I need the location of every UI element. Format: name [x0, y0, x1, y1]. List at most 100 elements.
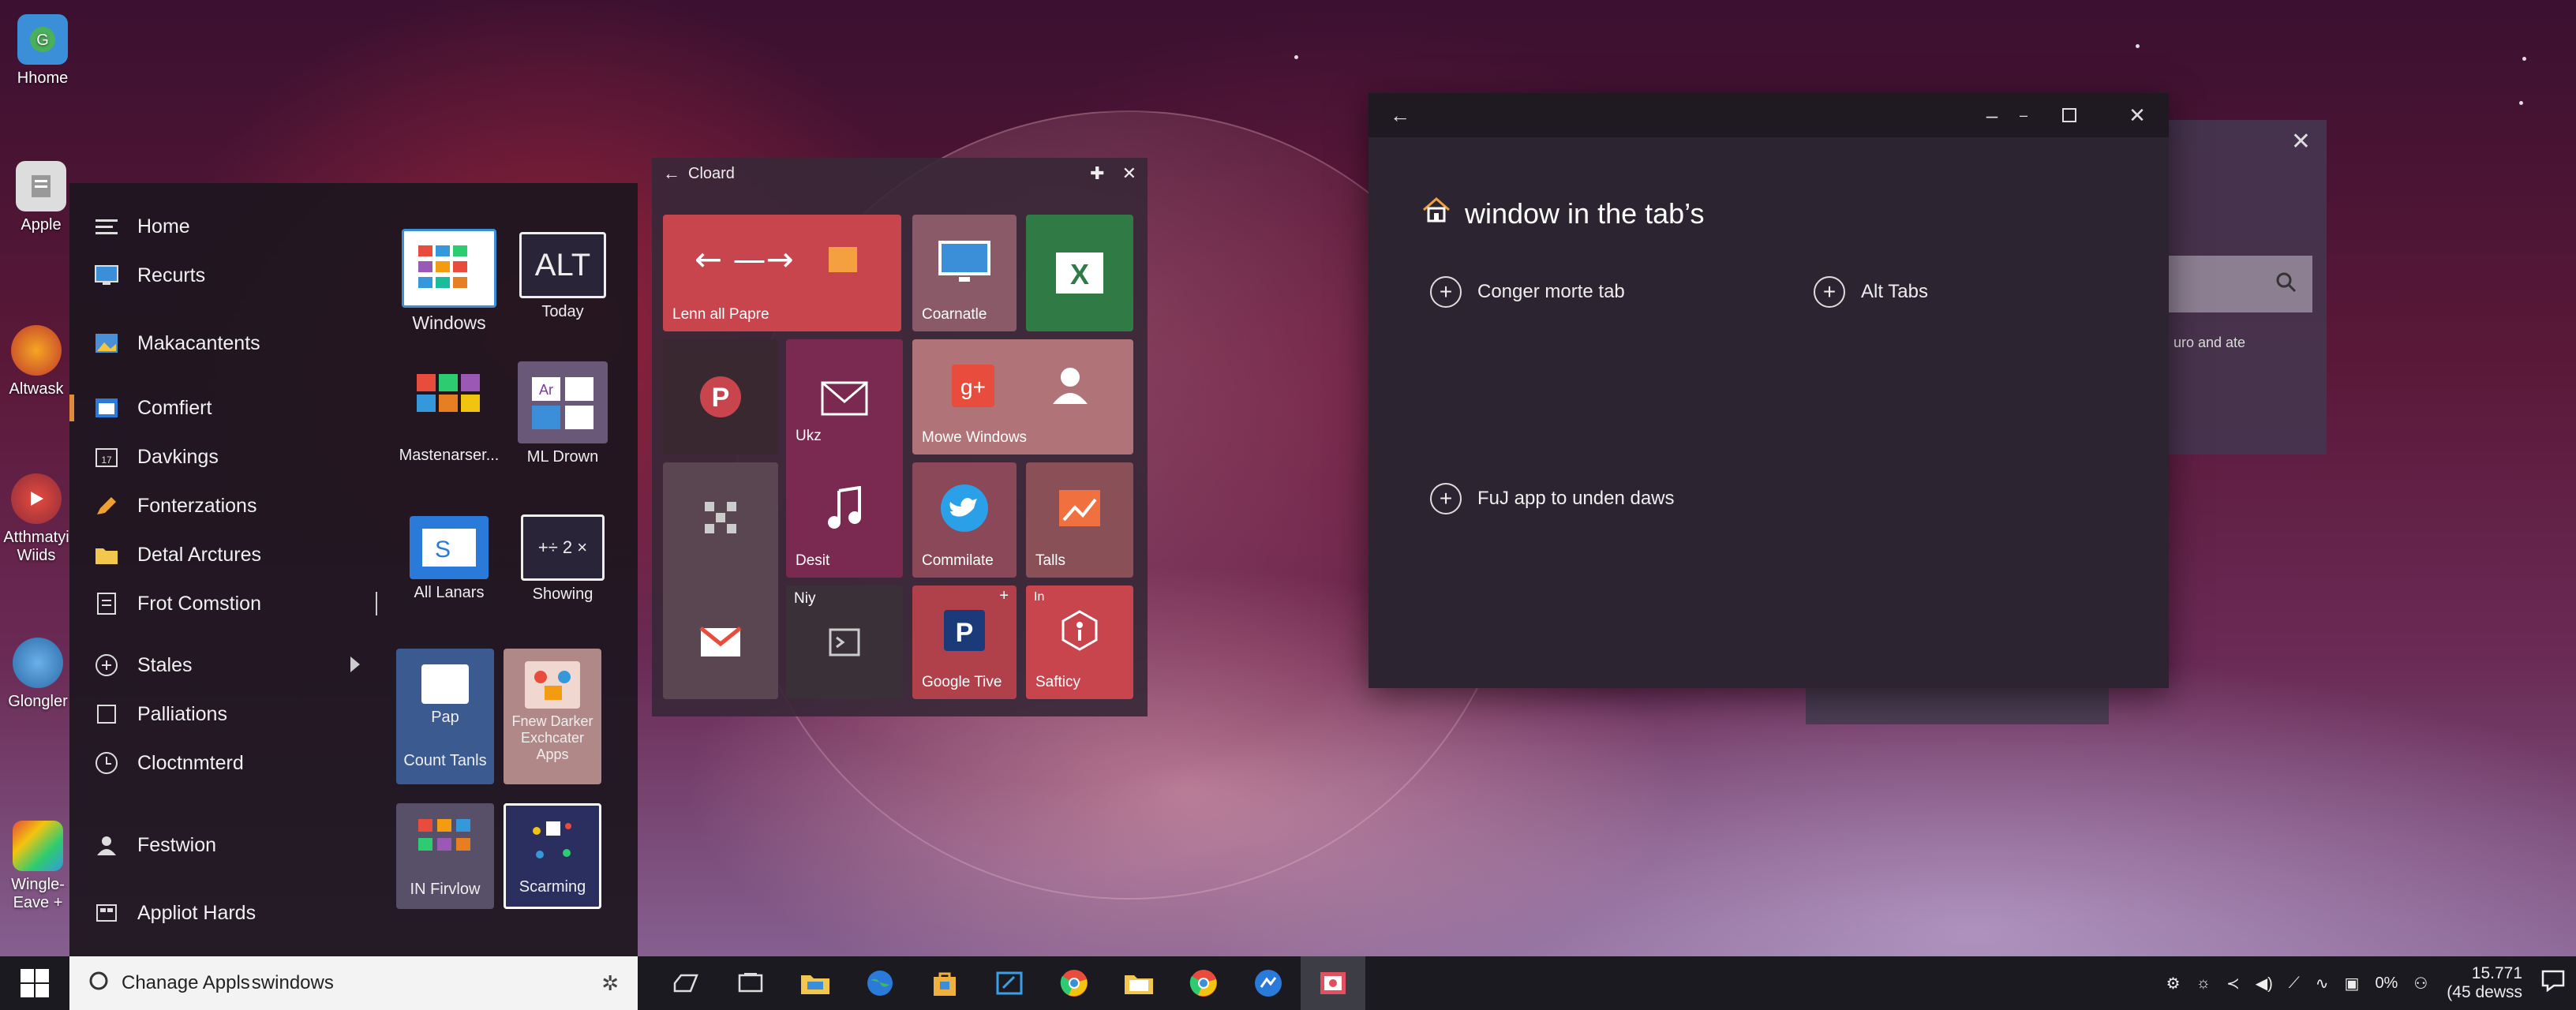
app-tile-today[interactable]: ALT Today: [511, 232, 614, 321]
menu-lines-icon: [93, 215, 120, 238]
desktops-icon[interactable]: [718, 956, 783, 1010]
tile-commilate[interactable]: Commilate: [912, 462, 1017, 578]
close-button[interactable]: ✕: [2114, 93, 2161, 137]
desktop-icon-label: Apple: [21, 216, 62, 234]
tile-desit[interactable]: Desit: [786, 462, 903, 578]
desktop-icon-wingle[interactable]: Wingle-Eave +: [0, 821, 77, 912]
alt-badge: ALT: [519, 232, 606, 298]
window-titlebar[interactable]: ← – – ✕: [1368, 93, 2169, 137]
nav-item-detal-arctures[interactable]: Detal Arctures: [69, 530, 385, 579]
app-tile-mastenarser[interactable]: Mastenarser...: [393, 363, 505, 465]
task-view-icon[interactable]: [653, 956, 718, 1010]
photos-app-icon[interactable]: [1301, 956, 1365, 1010]
store-bag-icon[interactable]: [912, 956, 977, 1010]
start-menu: Home Recurts Makacantents Comfiert 17 Da…: [69, 183, 638, 956]
edit-window-icon[interactable]: [977, 956, 1042, 1010]
app-tile-label: Fnew Darker Exchcater Apps: [511, 713, 593, 762]
globe-icon[interactable]: [848, 956, 912, 1010]
tile-pinterest[interactable]: P: [663, 339, 778, 454]
folder-gallery-icon[interactable]: [1106, 956, 1171, 1010]
desktop-monitor-icon: [912, 215, 1017, 308]
app-tile-label: Mastenarser...: [399, 447, 500, 464]
desktop-icon-label: Hhome: [17, 69, 69, 87]
tile-niy[interactable]: Niy: [786, 585, 903, 699]
option-full-app[interactable]: + FuJ app to unden daws: [1430, 483, 1675, 514]
back-arrow-icon[interactable]: ←: [663, 163, 680, 184]
app-tile-count-tanls[interactable]: Pap Count Tanls: [396, 649, 494, 784]
svg-text:S: S: [435, 537, 451, 563]
messenger-icon[interactable]: [1236, 956, 1301, 1010]
tiles-panel: ← Cloard ✚ ✕ ← —→ Lenn all Papre Coarnat…: [652, 158, 1148, 716]
activity-icon[interactable]: ∿: [2316, 974, 2329, 993]
tile-safticy[interactable]: In Safticy: [1026, 585, 1133, 699]
desktop-icon-label: Altwask: [9, 380, 64, 398]
nav-item-cloctnmterd[interactable]: Cloctnmterd: [69, 739, 385, 787]
option-conger-morte-tab[interactable]: + Conger morte tab: [1430, 276, 1625, 308]
tile-google-tive[interactable]: + P Google Tive: [912, 585, 1017, 699]
pin-icon[interactable]: ✚: [1090, 163, 1104, 184]
wallpaper-star: [1294, 55, 1298, 59]
option-alt-tabs[interactable]: + Alt Tabs: [1814, 276, 1928, 308]
nav-item-recurts[interactable]: Recurts: [69, 251, 385, 300]
app-tile-in-firvlow[interactable]: IN Firvlow: [396, 803, 494, 909]
expand-arrow-icon[interactable]: [350, 656, 360, 672]
nav-item-fonterzations[interactable]: Fonterzations: [69, 481, 385, 530]
desktop-icon-glongler[interactable]: Glongler: [0, 638, 77, 711]
file-explorer-icon[interactable]: [783, 956, 848, 1010]
app-tile-all-lanars[interactable]: S All Lanars: [398, 516, 500, 602]
nav-item-festwion[interactable]: Festwion: [69, 821, 385, 870]
sun-icon[interactable]: ☼: [2196, 974, 2211, 993]
app-tile-label: ML Drown: [526, 448, 599, 466]
nav-item-makacantents[interactable]: Makacantents: [69, 319, 385, 368]
photos-icon: [93, 331, 120, 355]
minimize-alt-button[interactable]: –: [2000, 93, 2047, 137]
app-tile-label: IN Firvlow: [410, 881, 481, 898]
search-circle-icon: [88, 971, 109, 997]
desktop-icon-home[interactable]: G Hhome: [3, 14, 82, 88]
tile-lenn-all-papre[interactable]: ← —→ Lenn all Papre: [663, 215, 901, 331]
home-app-icon: G: [17, 14, 68, 65]
nav-item-label: Cloctnmterd: [137, 751, 244, 774]
desktop-icon-atthmatyi[interactable]: Atthmatyi Wiids: [0, 473, 76, 565]
share-icon[interactable]: ≺: [2226, 974, 2240, 993]
camera-icon[interactable]: ▣: [2345, 974, 2360, 993]
close-icon[interactable]: ✕: [1122, 163, 1136, 184]
gear-tray-icon[interactable]: ⚙: [2166, 974, 2181, 993]
pen-icon[interactable]: ⟋: [2289, 974, 2300, 993]
app-tile-ml-drown[interactable]: Ar ML Drown: [511, 361, 614, 466]
nav-item-palliations[interactable]: Palliations: [69, 690, 385, 739]
app-tile-scarming[interactable]: Scarming: [504, 803, 601, 909]
grid-dots-icon: [663, 462, 778, 573]
nav-item-frot-comstion[interactable]: Frot Comstion: [69, 579, 385, 628]
chrome-icon[interactable]: [1042, 956, 1106, 1010]
nav-item-home[interactable]: Home: [69, 202, 385, 251]
tile-gmail[interactable]: [663, 585, 778, 699]
tile-label: Lenn all Papre: [672, 306, 769, 323]
close-icon[interactable]: ✕: [2291, 128, 2311, 155]
app-tile-windows[interactable]: Windows: [398, 229, 500, 334]
back-arrow-icon[interactable]: ←: [1376, 93, 1424, 137]
maximize-button[interactable]: [2046, 93, 2093, 137]
start-button[interactable]: [0, 956, 69, 1010]
app-tile-showing[interactable]: +÷ 2 × Showing: [511, 514, 614, 604]
tile-excel[interactable]: X: [1026, 215, 1133, 331]
background-search-box[interactable]: [2162, 256, 2312, 312]
cortana-icon[interactable]: ✲: [601, 971, 619, 996]
taskbar-search-box[interactable]: Chanage Appls swindows ✲: [69, 956, 638, 1010]
nav-item-stales[interactable]: Stales: [69, 641, 385, 690]
tile-mowe-windows[interactable]: g+ Mowe Windows: [912, 339, 1133, 454]
volume-icon[interactable]: ◀): [2256, 974, 2273, 993]
chrome-alt-icon[interactable]: [1171, 956, 1236, 1010]
desktop-icon-altwask[interactable]: Altwask: [0, 325, 76, 398]
app-tile-fnew-darker[interactable]: Fnew Darker Exchcater Apps: [504, 649, 601, 784]
nav-item-comfiert[interactable]: Comfiert: [69, 383, 385, 432]
background-window-text: uro and ate: [2174, 335, 2246, 350]
notifications-icon[interactable]: [2541, 970, 2565, 997]
nav-item-davkings[interactable]: 17 Davkings: [69, 432, 385, 481]
nav-item-appliot-hards[interactable]: Appliot Hards: [69, 888, 385, 937]
people-icon[interactable]: ⚇: [2413, 974, 2428, 993]
tile-coarnatle[interactable]: Coarnatle: [912, 215, 1017, 331]
clock[interactable]: 15.771 (45 dewss: [2447, 964, 2522, 1002]
tile-talls[interactable]: Talls: [1026, 462, 1133, 578]
desktop-icon-apple[interactable]: Apple: [2, 161, 80, 234]
